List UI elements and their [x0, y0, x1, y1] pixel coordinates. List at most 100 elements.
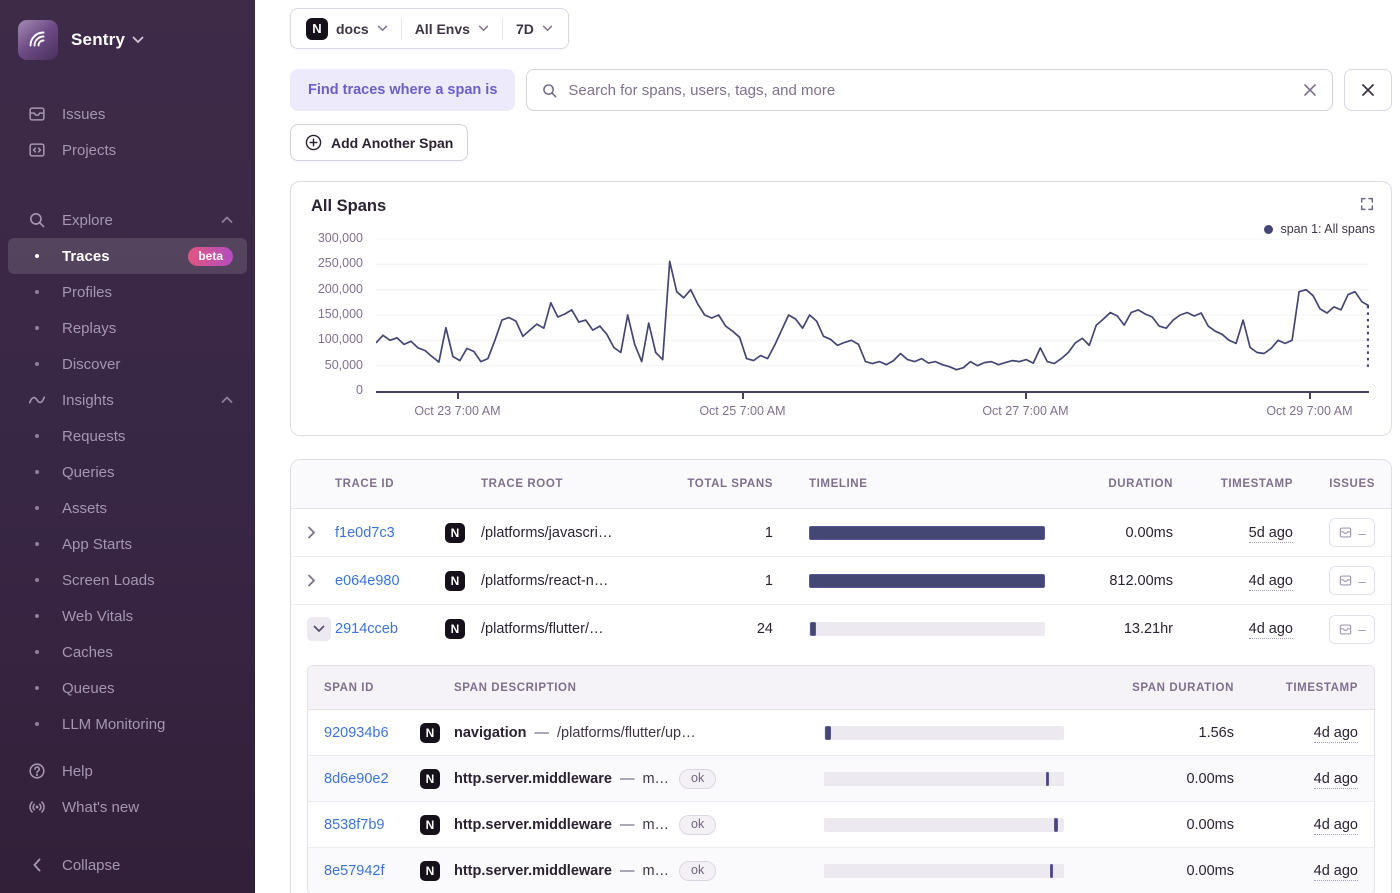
main-content: N docs All Envs 7D Find traces where a s…	[255, 0, 1400, 893]
span-timeline-bar	[824, 817, 1064, 832]
spans-subtable: SPAN ID SPAN DESCRIPTION SPAN DURATION T…	[307, 665, 1375, 893]
sidebar-item-profiles[interactable]: Profiles	[8, 274, 247, 310]
col-timestamp: TIMESTAMP	[1220, 478, 1293, 490]
sidebar-item-web-vitals[interactable]: Web Vitals	[8, 598, 247, 634]
collapse-row-button[interactable]	[307, 617, 335, 641]
nextjs-project-icon: N	[420, 814, 440, 835]
span-description: m…	[642, 816, 670, 833]
sidebar-item-projects[interactable]: Projects	[8, 132, 247, 168]
separator: —	[534, 724, 550, 741]
sidebar-item-screen-loads[interactable]: Screen Loads	[8, 562, 247, 598]
span-op: http.server.middleware	[454, 816, 612, 833]
span-timestamp[interactable]: 4d ago	[1234, 770, 1358, 789]
chevron-up-icon	[221, 396, 233, 404]
bullet-icon	[26, 686, 48, 690]
timeline-bar	[809, 622, 1045, 636]
divider	[400, 17, 402, 40]
add-another-span-label: Add Another Span	[331, 134, 454, 151]
span-id-link[interactable]: 8538f7b9	[324, 817, 420, 833]
trace-id-link[interactable]: e064e980	[335, 573, 445, 589]
chevron-down-icon	[313, 625, 325, 633]
expand-row-button[interactable]	[307, 526, 335, 539]
chevron-down-icon	[377, 25, 387, 32]
span-search-input[interactable]	[568, 81, 1292, 99]
sidebar-item-discover[interactable]: Discover	[8, 346, 247, 382]
total-spans: 24	[756, 621, 773, 637]
duration: 812.00ms	[1109, 572, 1173, 589]
span-row: 8d6e90e2 N http.server.middleware — m… o…	[308, 756, 1374, 802]
col-span-id: SPAN ID	[324, 681, 374, 694]
sidebar-item-app-starts[interactable]: App Starts	[8, 526, 247, 562]
issues-button[interactable]: –	[1329, 614, 1375, 644]
bullet-icon	[26, 326, 48, 330]
timestamp[interactable]: 4d ago	[1173, 621, 1293, 639]
sidebar-nav: Issues Projects Explore Traces beta Prof…	[0, 96, 255, 742]
span-description: /platforms/flutter/up…	[557, 724, 696, 741]
sidebar-item-explore[interactable]: Explore	[8, 202, 247, 238]
timestamp[interactable]: 4d ago	[1173, 572, 1293, 591]
span-row: 8538f7b9 N http.server.middleware — m… o…	[308, 802, 1374, 848]
legend-dot	[1264, 224, 1274, 234]
line-chart	[376, 239, 1369, 371]
chevron-right-icon	[308, 574, 316, 587]
sidebar-item-requests[interactable]: Requests	[8, 418, 247, 454]
project-filter[interactable]: N docs	[306, 17, 388, 40]
date-range-filter[interactable]: 7D	[516, 21, 553, 37]
timestamp[interactable]: 5d ago	[1173, 524, 1293, 543]
trace-root: /platforms/react-n…	[481, 572, 609, 589]
clear-search-icon[interactable]	[1302, 82, 1318, 98]
sidebar-label: Traces	[62, 247, 110, 265]
sidebar-item-whats-new[interactable]: What's new	[8, 789, 247, 825]
bullet-icon	[26, 542, 48, 546]
sidebar-item-replays[interactable]: Replays	[8, 310, 247, 346]
separator: —	[619, 770, 635, 787]
span-timestamp[interactable]: 4d ago	[1234, 724, 1358, 743]
nextjs-project-icon: N	[306, 17, 328, 40]
trace-id-link[interactable]: f1e0d7c3	[335, 525, 445, 541]
sidebar-item-caches[interactable]: Caches	[8, 634, 247, 670]
sidebar-label: Screen Loads	[62, 571, 155, 589]
remove-span-filter-button[interactable]	[1344, 69, 1392, 111]
span-timestamp[interactable]: 4d ago	[1234, 816, 1358, 835]
col-span-description: SPAN DESCRIPTION	[454, 681, 577, 694]
sidebar-item-queries[interactable]: Queries	[8, 454, 247, 490]
span-timeline-bar	[824, 771, 1064, 786]
expand-row-button[interactable]	[307, 574, 335, 587]
issues-button[interactable]: –	[1329, 518, 1375, 547]
sidebar-item-llm-monitoring[interactable]: LLM Monitoring	[8, 706, 247, 742]
span-timestamp[interactable]: 4d ago	[1234, 862, 1358, 881]
span-timeline-bar	[824, 863, 1064, 878]
chevron-right-icon	[308, 526, 316, 539]
issues-button[interactable]: –	[1329, 566, 1375, 595]
span-id-link[interactable]: 920934b6	[324, 725, 420, 741]
trace-id-link[interactable]: 2914cceb	[335, 621, 445, 637]
issues-icon	[1339, 575, 1352, 586]
project-filter-label: docs	[336, 20, 369, 37]
add-another-span-button[interactable]: Add Another Span	[290, 124, 469, 161]
span-id-link[interactable]: 8e57942f	[324, 863, 420, 879]
sidebar-label: Projects	[62, 141, 117, 159]
date-range-filter-label: 7D	[515, 20, 534, 37]
span-id-link[interactable]: 8d6e90e2	[324, 771, 420, 787]
sidebar-collapse-button[interactable]: Collapse	[8, 847, 247, 883]
sidebar-item-traces[interactable]: Traces beta	[8, 238, 247, 274]
chart-legend-item[interactable]: span 1: All spans	[1264, 222, 1375, 236]
nextjs-project-icon: N	[420, 860, 440, 881]
sidebar-item-help[interactable]: Help	[8, 753, 247, 789]
sidebar-item-assets[interactable]: Assets	[8, 490, 247, 526]
col-span-duration: SPAN DURATION	[1132, 681, 1234, 694]
fullscreen-icon[interactable]	[1359, 196, 1375, 212]
sidebar-item-insights[interactable]: Insights	[8, 382, 247, 418]
bullet-icon	[26, 614, 48, 618]
org-switcher[interactable]: Sentry	[0, 14, 255, 74]
environment-filter[interactable]: All Envs	[415, 21, 489, 37]
status-badge: ok	[679, 860, 717, 881]
sidebar-item-issues[interactable]: Issues	[8, 96, 247, 132]
sidebar-label: Collapse	[62, 856, 121, 874]
projects-icon	[26, 140, 48, 160]
sidebar-item-queues[interactable]: Queues	[8, 670, 247, 706]
sidebar-label: Profiles	[62, 283, 113, 301]
nextjs-project-icon: N	[420, 722, 440, 743]
trace-row: f1e0d7c3 N /platforms/javascri… 1 0.00ms…	[291, 509, 1391, 557]
total-spans: 1	[764, 572, 773, 589]
